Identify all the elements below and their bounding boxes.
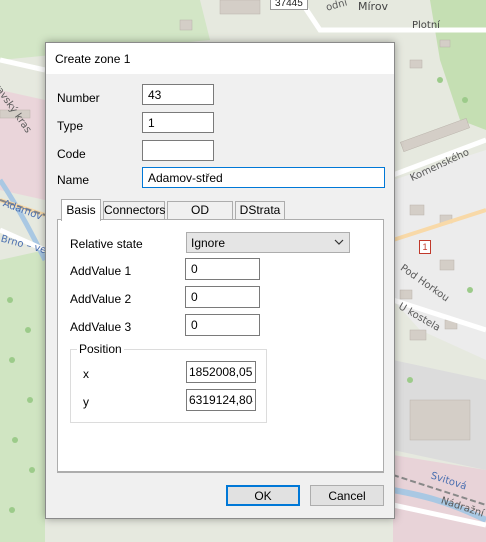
code-field[interactable] bbox=[142, 140, 214, 161]
type-field[interactable] bbox=[142, 112, 214, 133]
number-label: Number bbox=[57, 91, 100, 105]
tab-od-demand[interactable]: OD demand bbox=[167, 201, 233, 233]
create-zone-dialog: Create zone 1 Number Type Code Name Basi… bbox=[45, 42, 395, 519]
relative-state-label: Relative state bbox=[70, 237, 143, 251]
relative-state-value: Ignore bbox=[191, 236, 226, 250]
type-label: Type bbox=[57, 119, 84, 133]
addvalue3-label: AddValue 3 bbox=[70, 320, 132, 334]
code-label: Code bbox=[57, 147, 86, 161]
name-field[interactable] bbox=[142, 167, 385, 188]
relative-state-select[interactable]: Ignore bbox=[186, 232, 350, 253]
position-group-title: Position bbox=[77, 342, 124, 356]
addvalue3-field[interactable] bbox=[185, 314, 260, 336]
map-marker: 1 bbox=[419, 240, 431, 254]
dialog-titlebar[interactable]: Create zone 1 bbox=[46, 43, 394, 74]
cancel-button[interactable]: Cancel bbox=[310, 485, 384, 506]
addvalue2-field[interactable] bbox=[185, 286, 260, 308]
basis-tab-panel: Relative state Ignore AddValue 1 AddValu… bbox=[57, 219, 384, 473]
map-label-plotni: Plotní bbox=[412, 20, 440, 31]
forest-area bbox=[0, 250, 45, 542]
name-label: Name bbox=[57, 173, 90, 187]
tab-basis[interactable]: Basis bbox=[61, 199, 101, 221]
y-label: y bbox=[83, 395, 89, 409]
addvalue1-field[interactable] bbox=[185, 258, 260, 280]
ok-button[interactable]: OK bbox=[226, 485, 300, 506]
addvalue1-label: AddValue 1 bbox=[70, 264, 132, 278]
number-field[interactable] bbox=[142, 84, 214, 105]
chevron-down-icon bbox=[334, 239, 344, 245]
tab-dstrata[interactable]: DStrata bbox=[235, 201, 285, 219]
dialog-title: Create zone 1 bbox=[55, 52, 131, 66]
x-coordinate-field[interactable] bbox=[186, 361, 256, 383]
addvalue2-label: AddValue 2 bbox=[70, 292, 132, 306]
tab-connectors[interactable]: Connectors bbox=[103, 201, 165, 219]
x-label: x bbox=[83, 367, 89, 381]
y-coordinate-field[interactable] bbox=[186, 389, 256, 411]
map-road-number: 37445 bbox=[270, 0, 308, 10]
map-label-mirov: Mírov bbox=[358, 0, 389, 13]
position-group: Position x y bbox=[70, 342, 267, 423]
